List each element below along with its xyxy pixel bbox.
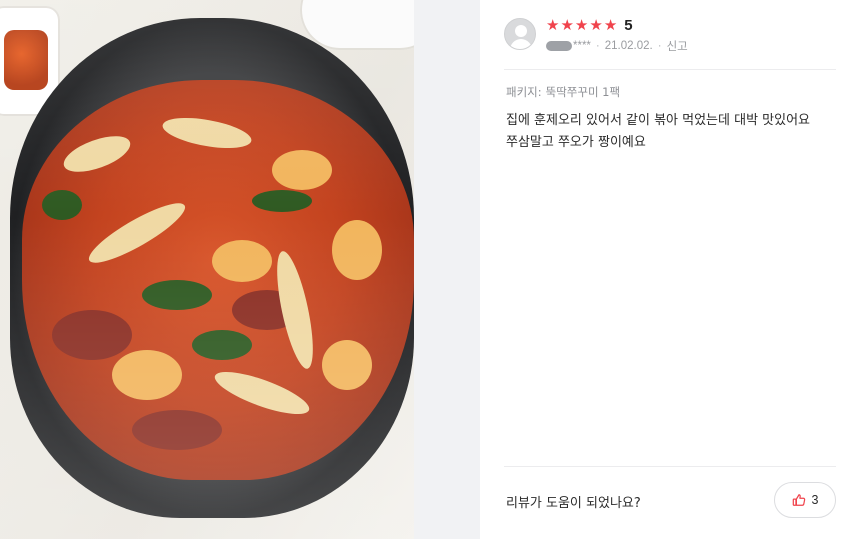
panel-divider (414, 0, 480, 539)
default-user-icon (504, 18, 536, 50)
review-date: 21.02.02. (604, 40, 653, 52)
star-icon: ★ (589, 16, 603, 34)
nickname-mask: **** (573, 40, 591, 52)
review-meta: **** · 21.02.02. · 신고 (546, 38, 688, 54)
nickname-blur (546, 41, 572, 51)
steam-overlay (0, 0, 414, 539)
review-panel: ★ ★ ★ ★ ★ 5 **** · 21.02.02. · 신고 패키지: 뚝딱… (480, 0, 859, 539)
report-link[interactable]: 신고 (667, 38, 688, 54)
like-button[interactable]: 3 (774, 482, 836, 518)
star-icon: ★ (603, 16, 618, 34)
star-icon: ★ (574, 16, 589, 34)
review-text-line: 쭈삼말고 쭈오가 짱이예요 (506, 135, 646, 150)
star-icon: ★ (560, 16, 574, 34)
review-text: 집에 훈제오리 있어서 같이 볶아 먹었는데 대박 맛있어요 쭈삼말고 쭈오가 … (506, 110, 836, 154)
avatar-head (515, 25, 527, 37)
star-icon: ★ (546, 16, 560, 34)
thumbs-up-icon (792, 494, 805, 506)
review-header: ★ ★ ★ ★ ★ 5 **** · 21.02.02. · 신고 (504, 16, 836, 64)
like-count: 3 (811, 493, 819, 507)
separator-dot: · (657, 40, 662, 52)
rating-score: 5 (624, 16, 633, 34)
separator-dot: · (595, 40, 600, 52)
package-label: 패키지: (506, 85, 542, 99)
divider-line (504, 69, 836, 70)
review-photo[interactable] (0, 0, 414, 539)
package-value: 뚝딱쭈꾸미 1팩 (545, 85, 621, 99)
package-info: 패키지: 뚝딱쭈꾸미 1팩 (506, 84, 620, 100)
helpful-question: 리뷰가 도움이 되었나요? (506, 496, 641, 511)
review-text-line: 집에 훈제오리 있어서 같이 볶아 먹었는데 대박 맛있어요 (506, 113, 811, 128)
avatar-body (510, 39, 532, 49)
divider-line (504, 466, 836, 467)
rating: ★ ★ ★ ★ ★ 5 (546, 16, 633, 34)
